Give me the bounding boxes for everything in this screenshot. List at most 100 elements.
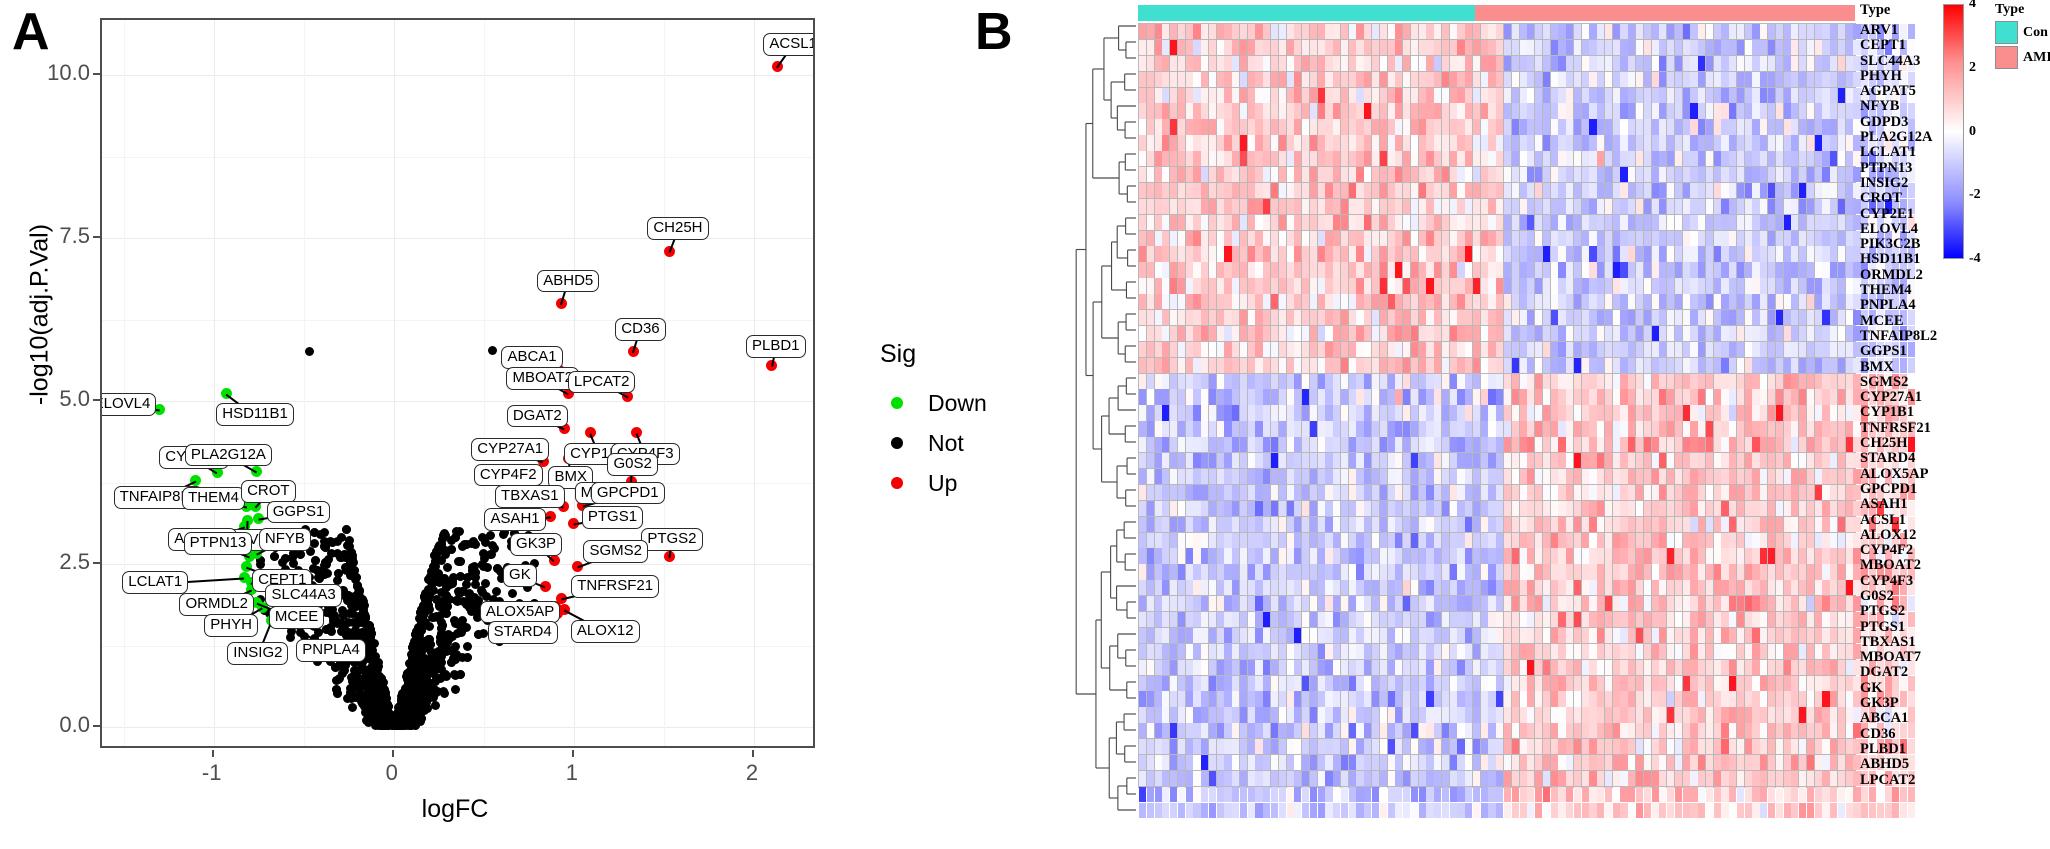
heatmap-cell (1216, 135, 1224, 151)
heatmap-cell (1255, 167, 1263, 183)
heatmap-cell (1216, 484, 1224, 501)
heatmap-cell (1201, 389, 1209, 405)
heatmap-cell (1604, 468, 1613, 485)
heatmap-cell (1519, 214, 1527, 230)
heatmap-cell (1698, 71, 1706, 87)
heatmap-cell (1729, 405, 1737, 421)
heatmap-cell (1340, 262, 1349, 278)
scatter-point-not-sig (351, 625, 361, 635)
heatmap-cell (1604, 214, 1613, 230)
heatmap-cell (1480, 341, 1488, 358)
heatmap-cell (1581, 198, 1589, 215)
heatmap-cell (1581, 151, 1589, 167)
heatmap-cell (1263, 389, 1271, 405)
legend-item-not[interactable]: Not (880, 423, 1000, 463)
heatmap-cell (1395, 151, 1403, 167)
heatmap-cell (1566, 453, 1574, 469)
heatmap-cell (1620, 294, 1628, 310)
heatmap-cell (1356, 24, 1364, 40)
heatmap-cell (1519, 278, 1527, 294)
heatmap-cell (1302, 151, 1310, 167)
heatmap-cell (1690, 405, 1698, 421)
heatmap-cell (1426, 87, 1434, 103)
heatmap-cell (1612, 246, 1620, 262)
heatmap-cell (1721, 39, 1729, 56)
heatmap-cell (1496, 484, 1504, 501)
heatmap-cell (1597, 103, 1605, 119)
heatmap-cell (1799, 389, 1807, 405)
heatmap-cell (1573, 310, 1582, 326)
heatmap-cell (1441, 24, 1450, 40)
heatmap-cell (1216, 71, 1224, 87)
heatmap-cell (1573, 103, 1582, 119)
heatmap-cell (1581, 484, 1589, 501)
heatmap-cell (1441, 357, 1450, 373)
heatmap-cell (1434, 246, 1442, 262)
heatmap-cell (1674, 246, 1682, 262)
heatmap-cell (1434, 310, 1442, 326)
type-annotation-cell-ami (1489, 5, 1497, 21)
heatmap-cell (1177, 230, 1185, 246)
heatmap-cell (1480, 119, 1488, 135)
heatmap-cell (1403, 135, 1411, 151)
heatmap-cell (1154, 262, 1162, 278)
heatmap-cell (1232, 468, 1240, 485)
heatmap-cell (1667, 230, 1675, 246)
heatmap-cell (1333, 103, 1341, 119)
heatmap-cell (1814, 357, 1822, 373)
heatmap-cell (1597, 167, 1605, 183)
heatmap-cell (1667, 214, 1675, 230)
heatmap-cell (1208, 119, 1217, 135)
heatmap-cell (1768, 294, 1776, 310)
heatmap-cell (1449, 87, 1457, 103)
heatmap-cell (1845, 278, 1853, 294)
type-annotation-cell-con (1310, 5, 1318, 21)
legend-item-down[interactable]: Down (880, 383, 1000, 423)
heatmap-cell (1193, 294, 1201, 310)
heatmap-cell (1496, 294, 1504, 310)
heatmap-cell (1403, 246, 1411, 262)
heatmap-cell (1239, 214, 1248, 230)
heatmap-cell (1698, 24, 1706, 40)
heatmap-cell (1371, 310, 1380, 326)
heatmap-cell (1589, 310, 1597, 326)
heatmap-cell (1822, 310, 1830, 326)
heatmap-cell (1791, 389, 1799, 405)
heatmap-cell (1333, 341, 1341, 358)
heatmap-cell (1659, 246, 1667, 262)
heatmap-cell (1713, 214, 1721, 230)
heatmap-cell (1348, 389, 1356, 405)
heatmap-cell (1457, 278, 1465, 294)
heatmap-cell (1573, 389, 1582, 405)
heatmap-cell (1224, 373, 1232, 389)
heatmap-cell (1628, 484, 1636, 501)
heatmap-cell (1783, 294, 1791, 310)
heatmap-cell (1775, 484, 1783, 501)
heatmap-cell (1348, 55, 1356, 72)
heatmap-cell (1674, 278, 1682, 294)
heatmap-cell (1154, 421, 1162, 437)
heatmap-cell (1806, 453, 1815, 469)
type-annotation-cell-ami (1582, 5, 1590, 21)
heatmap-cell (1162, 357, 1170, 373)
heatmap-cell (1224, 87, 1232, 103)
heatmap-cell (1426, 389, 1434, 405)
legend-item-label: Down (928, 389, 987, 416)
heatmap-cell (1410, 39, 1418, 56)
heatmap-cell (1604, 421, 1613, 437)
heatmap-cell (1511, 167, 1519, 183)
heatmap-cell (1488, 278, 1496, 294)
heatmap-cell (1286, 151, 1294, 167)
heatmap-cell (1690, 103, 1698, 119)
heatmap-cell (1472, 39, 1481, 56)
heatmap-cell (1628, 55, 1636, 72)
heatmap-cell (1379, 24, 1387, 40)
type-annotation-cell-ami (1797, 5, 1805, 21)
heatmap-cell (1387, 341, 1395, 358)
gene-label: GGPS1 (266, 500, 331, 524)
heatmap-cell (1232, 453, 1240, 469)
heatmap-cell (1224, 230, 1232, 246)
legend-item-up[interactable]: Up (880, 463, 1000, 503)
heatmap-cell (1333, 373, 1341, 389)
heatmap-cell (1799, 294, 1807, 310)
